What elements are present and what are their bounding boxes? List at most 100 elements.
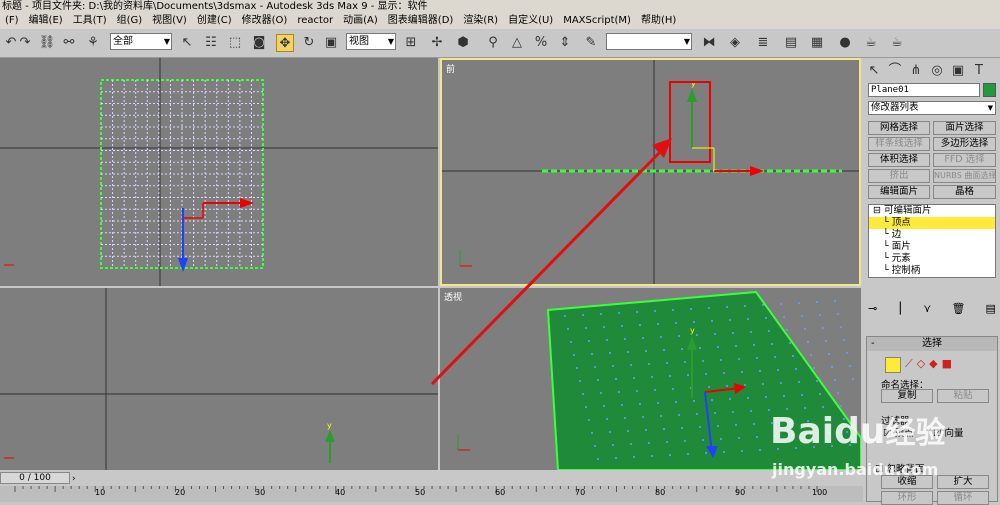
curve-editor-icon[interactable]: ▤ (782, 34, 800, 52)
ffd-select-button[interactable]: FFD 选择 (933, 153, 996, 167)
menu-group[interactable]: 组(G) (112, 13, 148, 29)
menu-animation[interactable]: 动画(A) (338, 13, 383, 29)
vertex-mode-icon[interactable] (885, 357, 901, 373)
keyboard-shortcut-icon[interactable]: ⬢ (454, 34, 472, 52)
stack-item-handle[interactable]: └ 控制柄 (869, 265, 995, 277)
object-color-swatch[interactable] (983, 83, 996, 97)
left-axis-y-label: y (327, 421, 332, 430)
quick-render-icon[interactable]: ☕ (888, 34, 906, 52)
menu-reactor[interactable]: reactor (292, 13, 338, 29)
menu-views[interactable]: 视图(V) (147, 13, 192, 29)
link-icon[interactable]: ⛓ (38, 34, 56, 52)
viewport-top[interactable] (0, 58, 438, 286)
top-viewport-canvas (0, 58, 438, 286)
select-scale-icon[interactable]: ▣ (322, 34, 340, 52)
material-editor-icon[interactable]: ● (836, 34, 854, 52)
spline-select-button[interactable]: 样条线选择 (868, 137, 930, 151)
render-scene-icon[interactable]: ☕ (862, 34, 880, 52)
configure-sets-icon[interactable]: ▤ (986, 302, 996, 318)
persp-viewport-label[interactable]: 透视 (444, 290, 462, 303)
stack-item-element[interactable]: └ 元素 (869, 253, 995, 265)
edge-mode-icon[interactable]: ◇ (917, 357, 925, 373)
menu-maxscript[interactable]: MAXScript(M) (558, 13, 636, 29)
menu-rendering[interactable]: 渲染(R) (458, 13, 503, 29)
watermark-brand: Baidu经验 (770, 411, 946, 452)
menu-file[interactable]: (F) (0, 13, 24, 29)
show-end-result-icon[interactable]: ⎮ (897, 302, 903, 318)
loop-button[interactable]: 循环 (937, 491, 989, 505)
select-by-name-icon[interactable]: ☷ (202, 34, 220, 52)
rect-selection-icon[interactable]: ⬚ (226, 34, 244, 52)
mirror-icon[interactable]: ⧓ (700, 34, 718, 52)
stack-item-edge[interactable]: └ 边 (869, 229, 995, 241)
remove-modifier-icon[interactable]: 🗑 (951, 302, 965, 318)
lattice-button[interactable]: 晶格 (933, 185, 996, 199)
menu-customize[interactable]: 自定义(U) (503, 13, 558, 29)
align-icon[interactable]: ◈ (726, 34, 744, 52)
rollout-header[interactable]: - 选择 (867, 337, 997, 351)
make-unique-icon[interactable]: ⋎ (923, 302, 931, 318)
select-move-icon[interactable]: ✥ (276, 34, 294, 52)
time-slider-thumb[interactable]: 0 / 100 (0, 472, 70, 484)
viewport-front[interactable]: 前 y (440, 58, 861, 286)
tick-label: 70 (575, 488, 586, 497)
grow-button[interactable]: 扩大 (937, 475, 989, 489)
edit-patch-button[interactable]: 编辑面片 (868, 185, 930, 199)
stack-item-patch[interactable]: └ 面片 (869, 241, 995, 253)
snap-toggle-icon[interactable]: ⚲ (484, 34, 502, 52)
utilities-tab-icon[interactable]: T (970, 62, 988, 80)
create-tab-icon[interactable]: ↖ (865, 62, 883, 80)
nurbs-surface-select-button[interactable]: NURBS 曲面选择 (933, 169, 996, 183)
menu-modifiers[interactable]: 修改器(O) (237, 13, 293, 29)
ring-button[interactable]: 环形 (881, 491, 933, 505)
manipulate-icon[interactable]: ✢ (428, 34, 446, 52)
menu-create[interactable]: 创建(C) (192, 13, 237, 29)
pivot-center-icon[interactable]: ⊞ (402, 34, 420, 52)
menu-edit[interactable]: 编辑(E) (24, 13, 68, 29)
spinner-snap-icon[interactable]: ⇕ (556, 34, 574, 52)
extrude-button[interactable]: 挤出 (868, 169, 930, 183)
unlink-icon[interactable]: ⚯ (60, 34, 78, 52)
angle-snap-icon[interactable]: △ (508, 34, 526, 52)
paste-button[interactable]: 粘贴 (937, 389, 989, 403)
vol-select-button[interactable]: 体积选择 (868, 153, 930, 167)
stack-item-vertex[interactable]: └ 顶点 (869, 217, 995, 229)
tick-label: 30 (255, 488, 266, 497)
patch-mode-icon[interactable]: ◆ (929, 357, 937, 373)
display-tab-icon[interactable]: ▣ (949, 62, 967, 80)
copy-button[interactable]: 复制 (881, 389, 933, 403)
menu-tools[interactable]: 工具(T) (68, 13, 112, 29)
viewport-left[interactable]: y (0, 288, 438, 470)
selection-filter-dropdown[interactable]: 全部 ▼ (110, 33, 172, 50)
stack-root-item[interactable]: ⊟ 可编辑面片 (869, 205, 995, 217)
window-title: 标题 - 项目文件夹: D:\我的资料库\Documents\3dsmax - … (2, 1, 428, 12)
ref-coord-dropdown[interactable]: 视图 ▼ (346, 33, 396, 50)
mesh-select-button[interactable]: 网格选择 (868, 121, 930, 135)
element-mode-icon[interactable]: ■ (942, 357, 952, 373)
handle-mode-icon[interactable]: ⟋ (905, 357, 913, 373)
schematic-view-icon[interactable]: ▦ (808, 34, 826, 52)
slider-next-icon[interactable]: › (72, 474, 82, 484)
bind-space-warp-icon[interactable]: ⚘ (84, 34, 102, 52)
menu-graph-editors[interactable]: 图表编辑器(D) (383, 13, 459, 29)
select-object-icon[interactable]: ↖ (178, 34, 196, 52)
hierarchy-tab-icon[interactable]: ⋔ (907, 62, 925, 80)
time-slider-area: 0 / 100 › 10 20 30 40 50 60 70 80 90 100 (0, 470, 863, 502)
tick-label: 60 (495, 488, 506, 497)
pin-stack-icon[interactable]: ⊸ (868, 302, 877, 318)
window-crossing-icon[interactable]: ◙ (250, 34, 268, 52)
object-name-field[interactable]: Plane01 (868, 83, 980, 97)
named-selection-dropdown[interactable]: ▼ (606, 33, 692, 50)
modify-tab-icon[interactable]: ⌒ (886, 62, 904, 80)
redo-icon[interactable]: ↷ (16, 34, 34, 52)
modifier-list-dropdown[interactable]: 修改器列表 ▼ (868, 101, 996, 115)
front-viewport-label[interactable]: 前 (446, 62, 455, 75)
edit-named-sel-icon[interactable]: ✎ (582, 34, 600, 52)
patch-select-button[interactable]: 面片选择 (933, 121, 996, 135)
select-rotate-icon[interactable]: ↻ (300, 34, 318, 52)
percent-snap-icon[interactable]: % (532, 34, 550, 52)
layer-manager-icon[interactable]: ≣ (754, 34, 772, 52)
menu-help[interactable]: 帮助(H) (636, 13, 681, 29)
motion-tab-icon[interactable]: ◎ (928, 62, 946, 80)
poly-select-button[interactable]: 多边形选择 (933, 137, 996, 151)
